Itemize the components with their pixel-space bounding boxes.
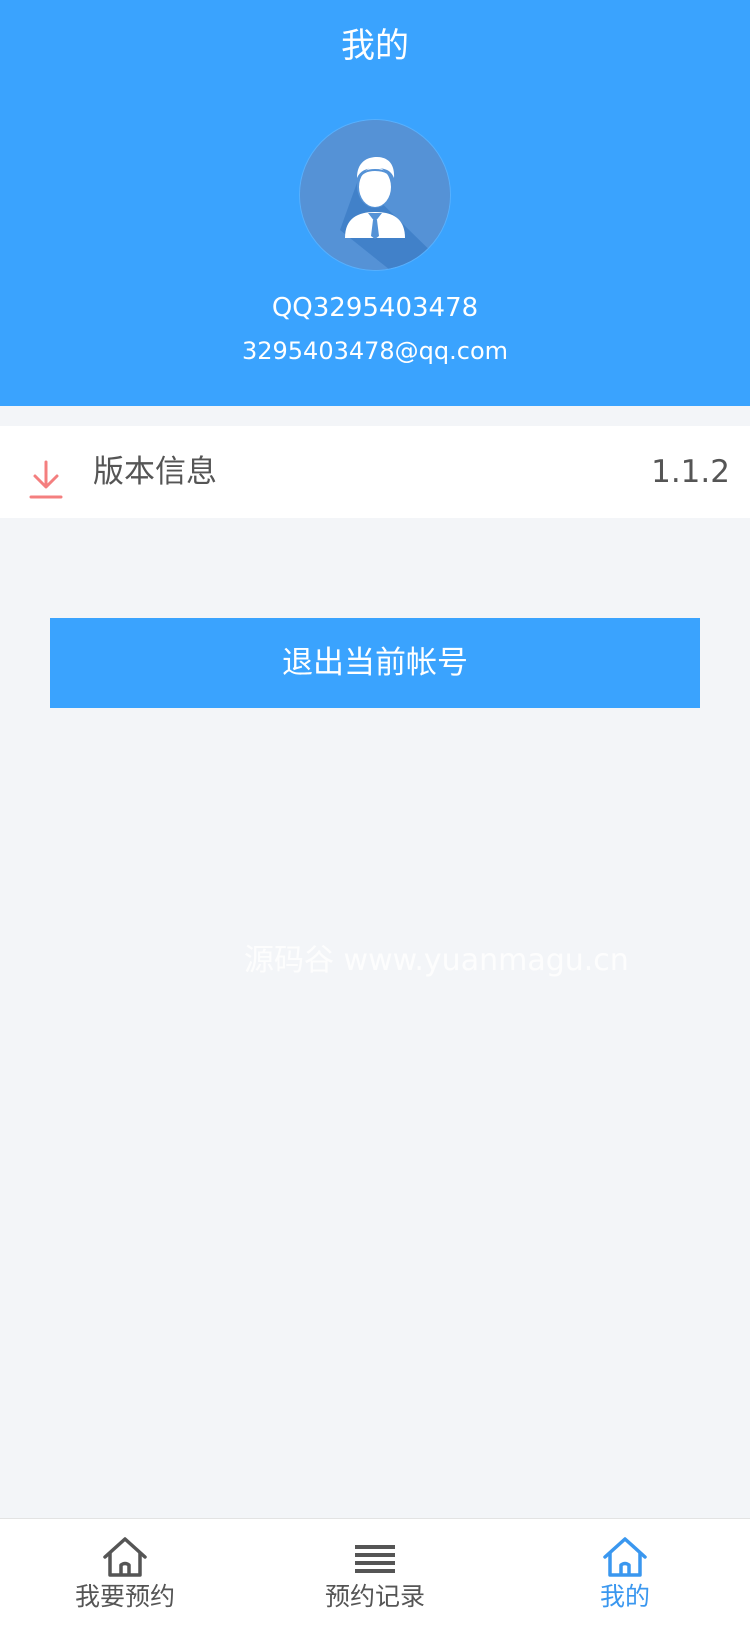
- version-info-row[interactable]: 版本信息 1.1.2: [0, 426, 750, 518]
- version-value: 1.1.2: [651, 454, 730, 490]
- list-icon: [355, 1545, 395, 1573]
- tab-make-appointment[interactable]: 我要预约: [0, 1519, 250, 1625]
- page-title: 我的: [341, 26, 409, 66]
- user-avatar-icon: [300, 120, 450, 270]
- username: QQ3295403478: [271, 293, 479, 323]
- download-icon: [29, 460, 63, 499]
- tab-appointment-records[interactable]: 预约记录: [250, 1519, 500, 1625]
- home-icon: [603, 1537, 647, 1577]
- bottom-tab-bar: 我要预约 预约记录 我的: [0, 1518, 750, 1625]
- version-label: 版本信息: [93, 454, 217, 490]
- tab-label: 预约记录: [324, 1582, 425, 1611]
- user-email: 3295403478@qq.com: [241, 337, 509, 365]
- logout-button[interactable]: 退出当前帐号: [50, 618, 700, 708]
- tab-mine[interactable]: 我的: [500, 1519, 750, 1625]
- tab-label: 我要预约: [74, 1582, 175, 1611]
- tab-label: 我的: [599, 1582, 650, 1611]
- watermark-text: 源码谷 www.yuanmagu.cn: [244, 943, 629, 978]
- home-icon: [103, 1537, 147, 1577]
- profile-header: 我的 QQ3295403478 3295403478@qq.com: [0, 0, 750, 406]
- avatar[interactable]: [300, 120, 450, 270]
